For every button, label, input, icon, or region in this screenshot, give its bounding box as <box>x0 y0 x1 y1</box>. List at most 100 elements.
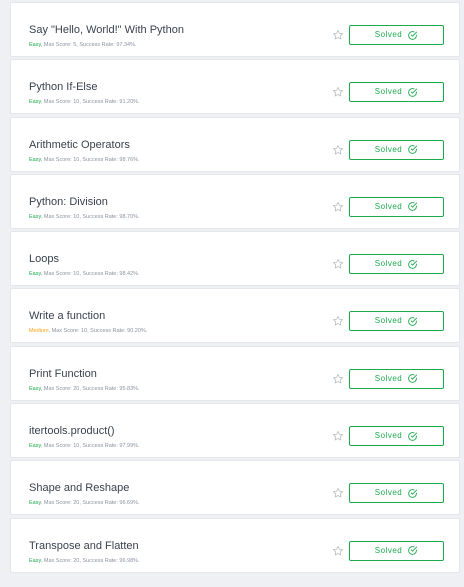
star-icon[interactable] <box>332 29 344 41</box>
success-rate: Success Rate: 96.69%. <box>82 500 140 507</box>
challenge-title[interactable]: Loops <box>29 254 59 265</box>
solved-button[interactable]: Solved <box>349 82 444 103</box>
success-rate: Success Rate: 97.34%. <box>79 42 137 48</box>
max-score: Max Score: 20 <box>43 557 80 564</box>
star-icon[interactable] <box>332 86 344 98</box>
difficulty-label: Easy <box>29 385 41 392</box>
challenge-card[interactable]: Shape and Reshape Easy, Max Score: 20, S… <box>10 460 460 516</box>
challenge-title[interactable]: Transpose and Flatten <box>29 540 139 552</box>
challenge-meta: Medium, Max Score: 10, Success Rate: 90.… <box>29 328 148 335</box>
difficulty-label: Easy <box>29 500 41 507</box>
success-rate: Success Rate: 96.98%. <box>82 557 140 564</box>
star-icon[interactable] <box>332 430 344 442</box>
star-icon[interactable] <box>332 201 344 213</box>
challenge-meta: Easy, Max Score: 20, Success Rate: 96.69… <box>29 500 140 507</box>
challenge-title[interactable]: Write a function <box>29 311 105 322</box>
max-score: Max Score: 10 <box>43 156 80 163</box>
check-circle-icon <box>408 87 418 97</box>
solved-label: Solved <box>374 259 403 269</box>
challenge-title[interactable]: Print Function <box>29 368 97 380</box>
success-rate: Success Rate: 90.20%. <box>90 328 148 335</box>
challenge-meta: Easy, Max Score: 20, Success Rate: 95.83… <box>29 385 140 392</box>
star-icon[interactable] <box>332 373 344 385</box>
check-circle-icon <box>408 30 418 40</box>
star-icon[interactable] <box>332 487 344 499</box>
max-score: Max Score: 10 <box>43 271 80 278</box>
challenge-card[interactable]: itertools.product() Easy, Max Score: 10,… <box>10 403 460 459</box>
difficulty-label: Easy <box>29 271 41 278</box>
check-circle-icon <box>408 489 418 498</box>
max-score: Max Score: 10 <box>51 328 88 335</box>
difficulty-label: Medium <box>29 328 49 335</box>
success-rate: Success Rate: 98.70%. <box>82 213 140 220</box>
challenge-meta: Easy, Max Score: 10, Success Rate: 98.70… <box>29 213 140 220</box>
challenge-list: Say "Hello, World!" With Python Easy, Ma… <box>10 2 460 575</box>
difficulty-label: Easy <box>29 443 41 450</box>
solved-label: Solved <box>374 201 403 211</box>
challenge-card[interactable]: Python If-Else Easy, Max Score: 10, Succ… <box>10 59 460 115</box>
max-score: Max Score: 5 <box>43 42 77 48</box>
success-rate: Success Rate: 98.42%. <box>82 271 140 278</box>
challenge-title[interactable]: Python: Division <box>29 196 108 208</box>
max-score: Max Score: 10 <box>43 99 80 106</box>
challenge-meta: Easy, Max Score: 5, Success Rate: 97.34%… <box>29 42 137 48</box>
challenge-meta: Easy, Max Score: 10, Success Rate: 97.99… <box>29 443 140 450</box>
challenge-title[interactable]: Python If-Else <box>29 82 97 93</box>
solved-button[interactable]: Solved <box>349 139 444 160</box>
difficulty-label: Easy <box>29 156 41 163</box>
max-score: Max Score: 20 <box>43 500 80 507</box>
solved-button[interactable]: Solved <box>349 483 444 504</box>
challenge-meta: Easy, Max Score: 10, Success Rate: 91.20… <box>29 99 140 106</box>
success-rate: Success Rate: 91.20%. <box>82 99 140 106</box>
challenge-meta: Easy, Max Score: 20, Success Rate: 96.98… <box>29 557 140 564</box>
difficulty-label: Easy <box>29 213 41 220</box>
star-icon[interactable] <box>332 258 344 270</box>
solved-label: Solved <box>374 545 403 555</box>
challenge-meta: Easy, Max Score: 10, Success Rate: 98.76… <box>29 156 140 163</box>
success-rate: Success Rate: 98.76%. <box>82 156 140 163</box>
solved-button[interactable]: Solved <box>349 25 444 45</box>
solved-label: Solved <box>374 30 403 39</box>
solved-label: Solved <box>374 488 403 498</box>
check-circle-icon <box>408 202 418 212</box>
difficulty-label: Easy <box>29 42 41 48</box>
check-circle-icon <box>408 317 418 326</box>
star-icon[interactable] <box>332 315 344 327</box>
solved-button[interactable]: Solved <box>349 540 444 561</box>
success-rate: Success Rate: 97.99%. <box>82 443 140 450</box>
challenge-title[interactable]: Say "Hello, World!" With Python <box>29 25 184 36</box>
solved-button[interactable]: Solved <box>349 368 444 389</box>
star-icon[interactable] <box>332 144 344 156</box>
challenge-card[interactable]: Say "Hello, World!" With Python Easy, Ma… <box>10 2 460 57</box>
check-circle-icon <box>408 546 418 555</box>
check-circle-icon <box>408 145 418 154</box>
max-score: Max Score: 10 <box>43 443 80 450</box>
max-score: Max Score: 10 <box>43 213 80 220</box>
challenge-card[interactable]: Write a function Medium, Max Score: 10, … <box>10 288 460 344</box>
solved-button[interactable]: Solved <box>349 426 444 447</box>
star-icon[interactable] <box>332 545 344 557</box>
solved-label: Solved <box>374 431 403 441</box>
difficulty-label: Easy <box>29 557 41 564</box>
challenge-card[interactable]: Print Function Easy, Max Score: 20, Succ… <box>10 345 460 401</box>
challenge-meta: Easy, Max Score: 10, Success Rate: 98.42… <box>29 271 140 278</box>
success-rate: Success Rate: 95.83%. <box>82 385 140 392</box>
max-score: Max Score: 20 <box>43 385 80 392</box>
challenge-title[interactable]: Shape and Reshape <box>29 483 129 494</box>
difficulty-label: Easy <box>29 99 41 106</box>
challenge-card[interactable]: Loops Easy, Max Score: 10, Success Rate:… <box>10 231 460 287</box>
challenge-title[interactable]: itertools.product() <box>29 426 115 437</box>
challenge-card[interactable]: Transpose and Flatten Easy, Max Score: 2… <box>10 517 460 573</box>
solved-label: Solved <box>374 144 403 154</box>
solved-button[interactable]: Solved <box>349 196 444 217</box>
challenge-card[interactable]: Arithmetic Operators Easy, Max Score: 10… <box>10 116 460 172</box>
check-circle-icon <box>408 431 418 441</box>
check-circle-icon <box>408 374 418 384</box>
challenge-title[interactable]: Arithmetic Operators <box>29 139 130 151</box>
solved-label: Solved <box>374 87 403 97</box>
solved-label: Solved <box>374 316 403 326</box>
solved-button[interactable]: Solved <box>349 311 444 332</box>
solved-button[interactable]: Solved <box>349 254 444 275</box>
challenge-card[interactable]: Python: Division Easy, Max Score: 10, Su… <box>10 173 460 229</box>
solved-label: Solved <box>374 373 403 383</box>
